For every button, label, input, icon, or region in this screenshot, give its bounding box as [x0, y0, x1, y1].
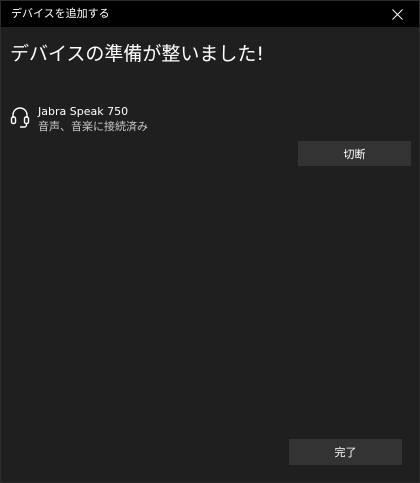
- headset-icon: [10, 107, 30, 128]
- device-name: Jabra Speak 750: [38, 105, 129, 118]
- close-button[interactable]: [375, 1, 419, 27]
- device-item: Jabra Speak 750 音声、音楽に接続済み: [10, 103, 410, 135]
- add-device-dialog: デバイスを追加する デバイスの準備が整いました! Jabra Speak 750…: [0, 0, 420, 483]
- device-status: 音声、音楽に接続済み: [38, 120, 148, 133]
- page-title: デバイスの準備が整いました!: [10, 43, 265, 65]
- title-bar: デバイスを追加する: [1, 1, 419, 27]
- close-icon: [391, 8, 403, 20]
- done-button[interactable]: 完了: [289, 439, 402, 465]
- window-title: デバイスを追加する: [11, 7, 110, 20]
- disconnect-button[interactable]: 切断: [298, 141, 411, 166]
